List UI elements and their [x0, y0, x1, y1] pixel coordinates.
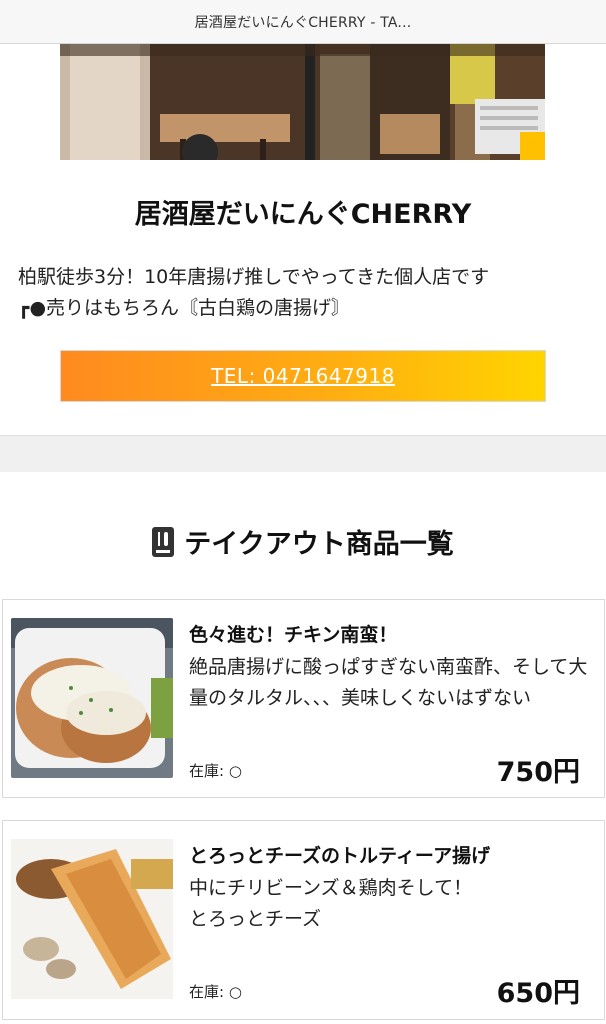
- menu-book-icon: [152, 526, 175, 557]
- shop-card: 居酒屋だいにんぐCHERRY 柏駅徒歩3分！10年唐揚げ推しでやってきた個人店で…: [0, 44, 606, 436]
- product-item[interactable]: とろっとチーズのトルティーア揚げ 中にチリビーンズ＆鶏肉そして！ とろっとチーズ…: [2, 820, 605, 1020]
- tab-title: 居酒屋だいにんぐCHERRY - TA...: [194, 14, 412, 31]
- takeout-section-title: テイクアウト商品一覧: [0, 522, 606, 561]
- product-stock: 在庫: ○: [189, 762, 242, 780]
- product-price: 750円: [496, 757, 580, 788]
- product-description: 中にチリビーンズ＆鶏肉そして！ とろっとチーズ: [189, 873, 593, 935]
- product-description-line1: 中にチリビーンズ＆鶏肉そして！: [189, 877, 473, 899]
- shop-name: 居酒屋だいにんぐCHERRY: [134, 199, 472, 230]
- product-name: とろっとチーズのトルティーア揚げ: [189, 845, 491, 867]
- product-description-line2: とろっとチーズ: [189, 908, 322, 930]
- shop-description-line1: 柏駅徒歩3分！10年唐揚げ推しでやってきた個人店です: [18, 266, 490, 288]
- shop-interior-image: [60, 44, 545, 160]
- product-name: 色々進む！チキン南蛮！: [189, 624, 398, 646]
- shop-description-line2: ┏●売りはもちろん〘古白鶏の唐揚げ〙: [18, 297, 351, 319]
- takeout-title-label: テイクアウト商品一覧: [184, 529, 454, 560]
- shop-description: 柏駅徒歩3分！10年唐揚げ推しでやってきた個人店です ┏●売りはもちろん〘古白鶏…: [18, 262, 598, 324]
- shop-photo: [60, 44, 545, 160]
- product-price: 650円: [496, 978, 580, 1009]
- tortilla-fry-image: [11, 839, 173, 999]
- product-stock: 在庫: ○: [189, 983, 242, 1001]
- product-image: [11, 839, 173, 999]
- product-description: 絶品唐揚げに酸っぱすぎない南蛮酢、そして大量のタルタル、、、美味しくないはずない: [189, 656, 588, 709]
- product-item[interactable]: 色々進む！チキン南蛮！ 絶品唐揚げに酸っぱすぎない南蛮酢、そして大量のタルタル、…: [2, 599, 605, 798]
- product-image: [11, 618, 173, 778]
- tel-button[interactable]: TEL: 0471647918: [60, 350, 546, 402]
- takeout-section: テイクアウト商品一覧 色々進む！チキン南蛮！ 絶品唐揚げに酸っぱすぎない南蛮酢、…: [0, 472, 606, 1024]
- chicken-nanban-image: [11, 618, 173, 778]
- browser-top-bar: 居酒屋だいにんぐCHERRY - TA...: [0, 0, 606, 44]
- tel-link[interactable]: TEL: 0471647918: [211, 364, 395, 388]
